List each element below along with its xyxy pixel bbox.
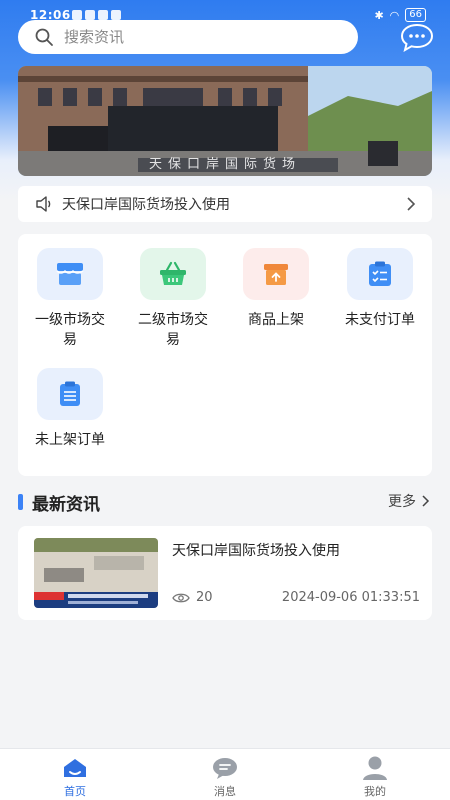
- speaker-icon: [36, 196, 51, 212]
- tab-home[interactable]: 首页: [35, 755, 115, 799]
- more-label: 更多: [388, 494, 416, 510]
- wifi-icon: ◠: [389, 8, 400, 22]
- chevron-right-icon: [422, 495, 430, 507]
- function-grid: 一级市场交易 二级市场交易 商品上架 未支付订单 未上架订单: [18, 234, 432, 476]
- status-indicators: ✱ ◠ 66: [374, 8, 426, 22]
- tab-label: 首页: [64, 785, 86, 798]
- grid-item-label: 未支付订单: [345, 312, 415, 328]
- news-thumbnail: [34, 538, 158, 608]
- battery-icon: 66: [405, 8, 426, 22]
- grid-item-unlisted-orders[interactable]: 未上架订单: [18, 368, 122, 450]
- notice-bar[interactable]: 天保口岸国际货场投入使用: [18, 186, 432, 222]
- grid-item-unpaid-orders[interactable]: 未支付订单: [328, 248, 432, 330]
- news-title: 天保口岸国际货场投入使用: [172, 543, 340, 559]
- clipboard-check-icon: [347, 248, 413, 300]
- banner-carousel[interactable]: 天保口岸国际货场: [18, 66, 432, 176]
- section-title: 最新资讯: [32, 495, 100, 515]
- more-link[interactable]: 更多: [388, 491, 430, 511]
- tab-profile[interactable]: 我的: [335, 755, 415, 799]
- news-section-header: 最新资讯 更多: [18, 490, 432, 515]
- box-upload-icon: [243, 248, 309, 300]
- clipboard-list-icon: [37, 368, 103, 420]
- tab-label: 我的: [364, 785, 386, 798]
- basket-icon: [140, 248, 206, 300]
- search-icon: [35, 28, 53, 46]
- grid-item-label: 未上架订单: [35, 432, 105, 448]
- banner-caption: 天保口岸国际货场: [148, 157, 301, 172]
- news-views: 20: [172, 590, 213, 605]
- view-count: 20: [196, 590, 213, 605]
- user-icon: [363, 756, 387, 780]
- grid-item-secondary-market[interactable]: 二级市场交易: [121, 248, 225, 350]
- notice-text: 天保口岸国际货场投入使用: [62, 197, 230, 213]
- store-icon: [37, 248, 103, 300]
- grid-item-label: 二级市场交易: [138, 312, 208, 348]
- grid-item-label: 一级市场交易: [35, 312, 105, 348]
- bluetooth-icon: ✱: [374, 8, 384, 22]
- news-item[interactable]: 天保口岸国际货场投入使用 20 2024-09-06 01:33:51: [18, 526, 432, 620]
- grid-item-primary-market[interactable]: 一级市场交易: [18, 248, 122, 350]
- bottom-tab-bar: 首页 消息 我的: [0, 748, 450, 800]
- eye-icon: [172, 593, 190, 602]
- home-icon: [64, 759, 86, 777]
- search-bar[interactable]: [18, 20, 358, 54]
- chat-bubble-icon[interactable]: [400, 22, 434, 52]
- section-accent-bar: [18, 494, 23, 510]
- status-notification-icons: [72, 10, 121, 20]
- tab-messages[interactable]: 消息: [185, 755, 265, 799]
- chevron-right-icon: [407, 197, 416, 211]
- tab-label: 消息: [214, 785, 236, 798]
- news-date: 2024-09-06 01:33:51: [281, 590, 420, 605]
- message-icon: [213, 758, 237, 779]
- search-input[interactable]: [64, 28, 324, 46]
- grid-item-list-product[interactable]: 商品上架: [224, 248, 328, 330]
- grid-item-label: 商品上架: [248, 312, 304, 328]
